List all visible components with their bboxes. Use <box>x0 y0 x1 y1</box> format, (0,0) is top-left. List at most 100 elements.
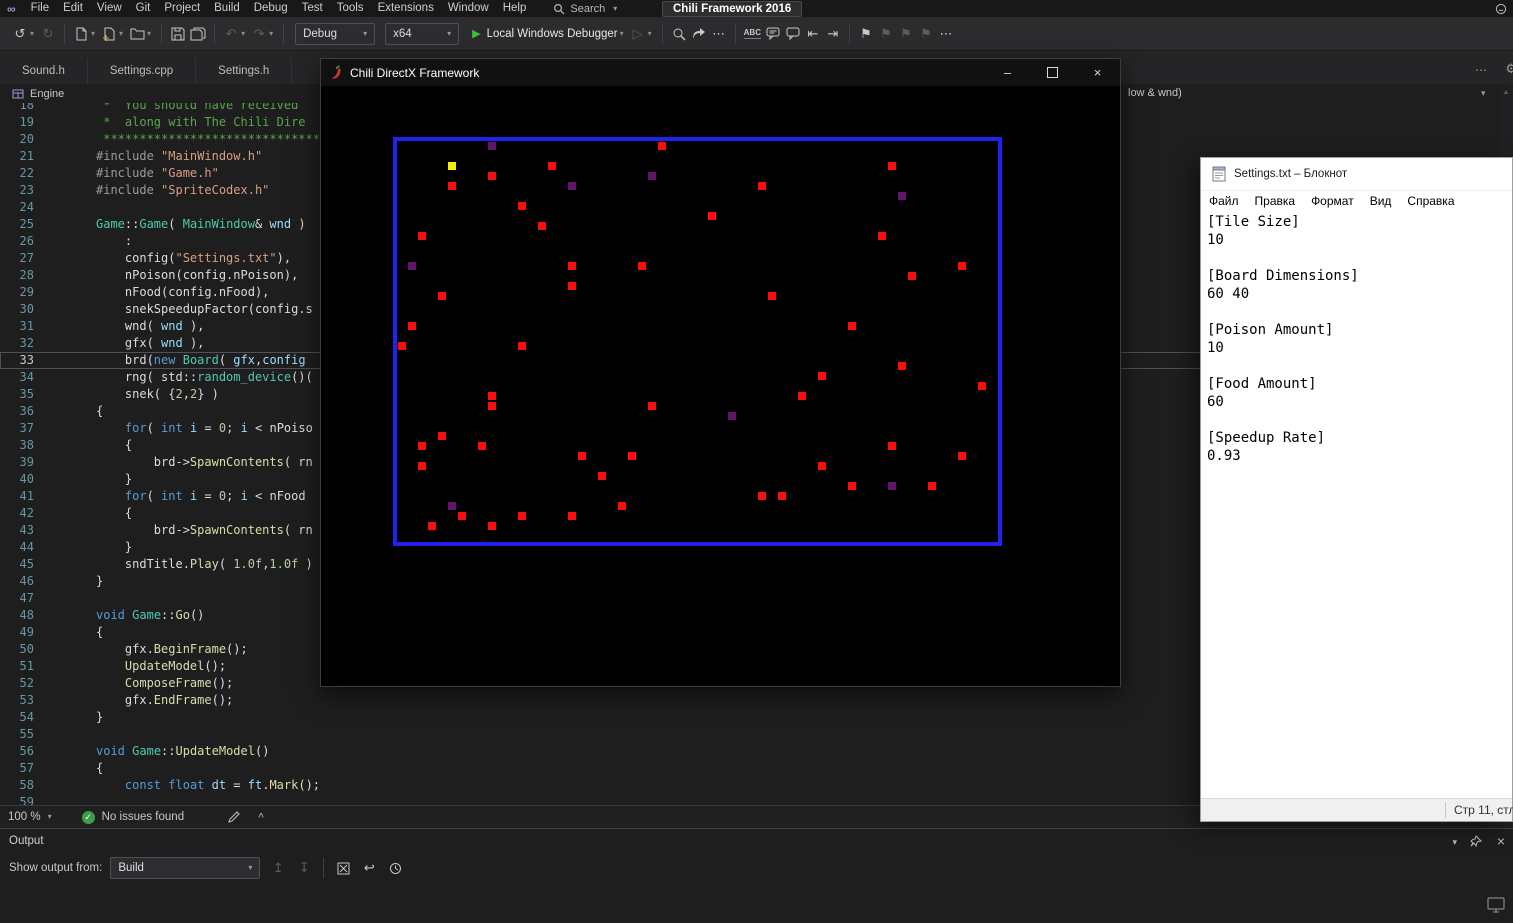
gear-icon[interactable]: ⚙ <box>1505 61 1513 77</box>
menu-item-window[interactable]: Window <box>441 0 496 17</box>
next-bookmark-icon[interactable]: ⚑ <box>898 24 914 44</box>
redo-icon[interactable]: ↷ <box>251 24 267 44</box>
scroll-up-icon[interactable]: ▲ <box>1499 89 1513 96</box>
save-icon[interactable] <box>170 24 186 44</box>
notepad-title-bar[interactable]: Settings.txt – Блокнот <box>1201 158 1512 191</box>
game-title-bar[interactable]: Chili DirectX Framework – × <box>321 59 1120 86</box>
separator <box>283 23 285 44</box>
chevron-down-icon[interactable]: ▾ <box>147 29 151 38</box>
code-cleanup-icon[interactable] <box>226 807 242 827</box>
configuration-dropdown[interactable]: Debug ▾ <box>295 22 376 45</box>
add-item-icon[interactable] <box>101 24 117 44</box>
line-number: 32 <box>19 336 34 350</box>
search-box[interactable]: Search ▾ <box>547 1 623 16</box>
np-menu-item-справка[interactable]: Справка <box>1399 194 1462 208</box>
word-wrap-icon[interactable]: ↩ <box>360 858 378 878</box>
chevron-down-icon[interactable]: ▾ <box>241 29 245 38</box>
np-menu-item-вид[interactable]: Вид <box>1362 194 1400 208</box>
history-icon[interactable] <box>386 858 404 878</box>
decrease-indent-icon[interactable]: ⇤ <box>805 24 821 44</box>
chevron-down-icon[interactable]: ▾ <box>269 29 273 38</box>
menu-item-tools[interactable]: Tools <box>330 0 371 17</box>
pin-icon[interactable] <box>1470 835 1482 847</box>
next-message-icon[interactable]: ↧ <box>295 858 313 878</box>
cursor-position-label: Стр 11, стл <box>1454 803 1513 817</box>
undo-icon[interactable]: ↶ <box>223 24 239 44</box>
share-icon[interactable] <box>691 24 707 44</box>
platform-dropdown[interactable]: x64 ▾ <box>385 22 460 45</box>
chevron-down-icon[interactable]: ▾ <box>648 29 652 38</box>
notepad-menu-bar: Файл Правка Формат Вид Справка <box>1201 191 1512 211</box>
tab-settings.h[interactable]: Settings.h <box>196 58 293 84</box>
chevron-down-icon[interactable]: ▾ <box>91 29 95 38</box>
np-menu-item-правка[interactable]: Правка <box>1247 194 1304 208</box>
uncomment-icon[interactable] <box>785 24 801 44</box>
feedback-icon[interactable] <box>1495 3 1507 15</box>
navigate-back-icon[interactable]: ↺ <box>12 24 28 44</box>
clear-all-icon[interactable] <box>334 858 352 878</box>
previous-bookmark-icon[interactable]: ⚑ <box>878 24 894 44</box>
monitor-icon[interactable] <box>1487 896 1505 914</box>
menu-item-help[interactable]: Help <box>496 0 534 17</box>
member-dropdown[interactable]: low & wnd) <box>1128 87 1182 99</box>
menu-item-git[interactable]: Git <box>129 0 158 17</box>
menu-item-debug[interactable]: Debug <box>247 0 295 17</box>
close-icon[interactable]: × <box>1497 833 1505 849</box>
find-in-files-icon[interactable] <box>671 24 687 44</box>
output-source-dropdown[interactable]: Build ▾ <box>110 857 261 879</box>
chevron-down-icon[interactable]: ▾ <box>119 29 123 38</box>
line-number: 54 <box>19 710 34 724</box>
chevron-down-icon[interactable]: ▾ <box>620 29 624 38</box>
food-cell <box>928 482 936 490</box>
food-cell <box>488 402 496 410</box>
navigate-forward-icon[interactable]: ↻ <box>40 24 56 44</box>
line-number: 21 <box>19 149 34 163</box>
line-number: 40 <box>19 472 34 486</box>
spell-check-icon[interactable]: ABC <box>743 24 761 44</box>
start-debugging-button[interactable]: ▶ Local Windows Debugger <box>472 27 618 41</box>
start-without-debugging-icon[interactable]: ▷ <box>630 24 646 44</box>
previous-message-icon[interactable]: ↥ <box>269 858 287 878</box>
code-text: brd(new Board( gfx,config <box>96 353 306 367</box>
menu-item-file[interactable]: File <box>24 0 57 17</box>
line-number: 38 <box>19 438 34 452</box>
open-file-icon[interactable] <box>129 24 145 44</box>
menu-item-test[interactable]: Test <box>295 0 330 17</box>
food-cell <box>848 322 856 330</box>
toolbar-overflow-icon[interactable]: ⋯ <box>711 24 727 44</box>
clear-bookmarks-icon[interactable]: ⚑ <box>918 24 934 44</box>
menu-item-view[interactable]: View <box>90 0 129 17</box>
tab-sound.h[interactable]: Sound.h <box>0 58 88 84</box>
np-menu-item-формат[interactable]: Формат <box>1303 194 1362 208</box>
tab-settings.cpp[interactable]: Settings.cpp <box>88 58 197 84</box>
main-menu: File Edit View Git Project Build Debug Test Tool… <box>24 0 534 17</box>
line-number: 57 <box>19 761 34 775</box>
menu-item-project[interactable]: Project <box>157 0 207 17</box>
increase-indent-icon[interactable]: ⇥ <box>825 24 841 44</box>
code-health-indicator[interactable]: ✓ No issues found <box>81 810 184 824</box>
new-file-icon[interactable] <box>73 24 89 44</box>
chevron-down-icon[interactable]: ▾ <box>1452 837 1457 848</box>
visual-studio-logo-icon: ∞ <box>7 1 16 16</box>
comment-icon[interactable] <box>765 24 781 44</box>
save-all-icon[interactable] <box>190 24 206 44</box>
np-menu-item-файл[interactable]: Файл <box>1201 194 1247 208</box>
bookmarks-overflow-icon[interactable]: ⋯ <box>938 24 954 44</box>
tab-overflow-icon[interactable]: ⋯ <box>1475 63 1487 77</box>
toggle-bookmark-icon[interactable]: ⚑ <box>858 24 874 44</box>
menu-item-edit[interactable]: Edit <box>56 0 90 17</box>
line-number: 31 <box>19 319 34 333</box>
chevron-down-icon[interactable]: ▾ <box>1481 88 1486 99</box>
food-cell <box>518 202 526 210</box>
maximize-button[interactable] <box>1030 59 1075 86</box>
zoom-dropdown[interactable]: 100 % ▾ <box>8 811 52 823</box>
code-text: gfx( wnd ), <box>96 336 205 350</box>
chevron-up-icon[interactable]: ^ <box>258 812 264 823</box>
menu-item-extensions[interactable]: Extensions <box>371 0 441 17</box>
minimize-button[interactable]: – <box>985 59 1030 86</box>
chevron-down-icon[interactable]: ▾ <box>30 29 34 38</box>
menu-item-build[interactable]: Build <box>207 0 247 17</box>
notepad-text-area[interactable]: [Tile Size] 10 [Board Dimensions] 60 40 [P… <box>1201 210 1512 799</box>
project-dropdown[interactable]: Engine <box>6 86 70 102</box>
close-button[interactable]: × <box>1075 59 1120 86</box>
